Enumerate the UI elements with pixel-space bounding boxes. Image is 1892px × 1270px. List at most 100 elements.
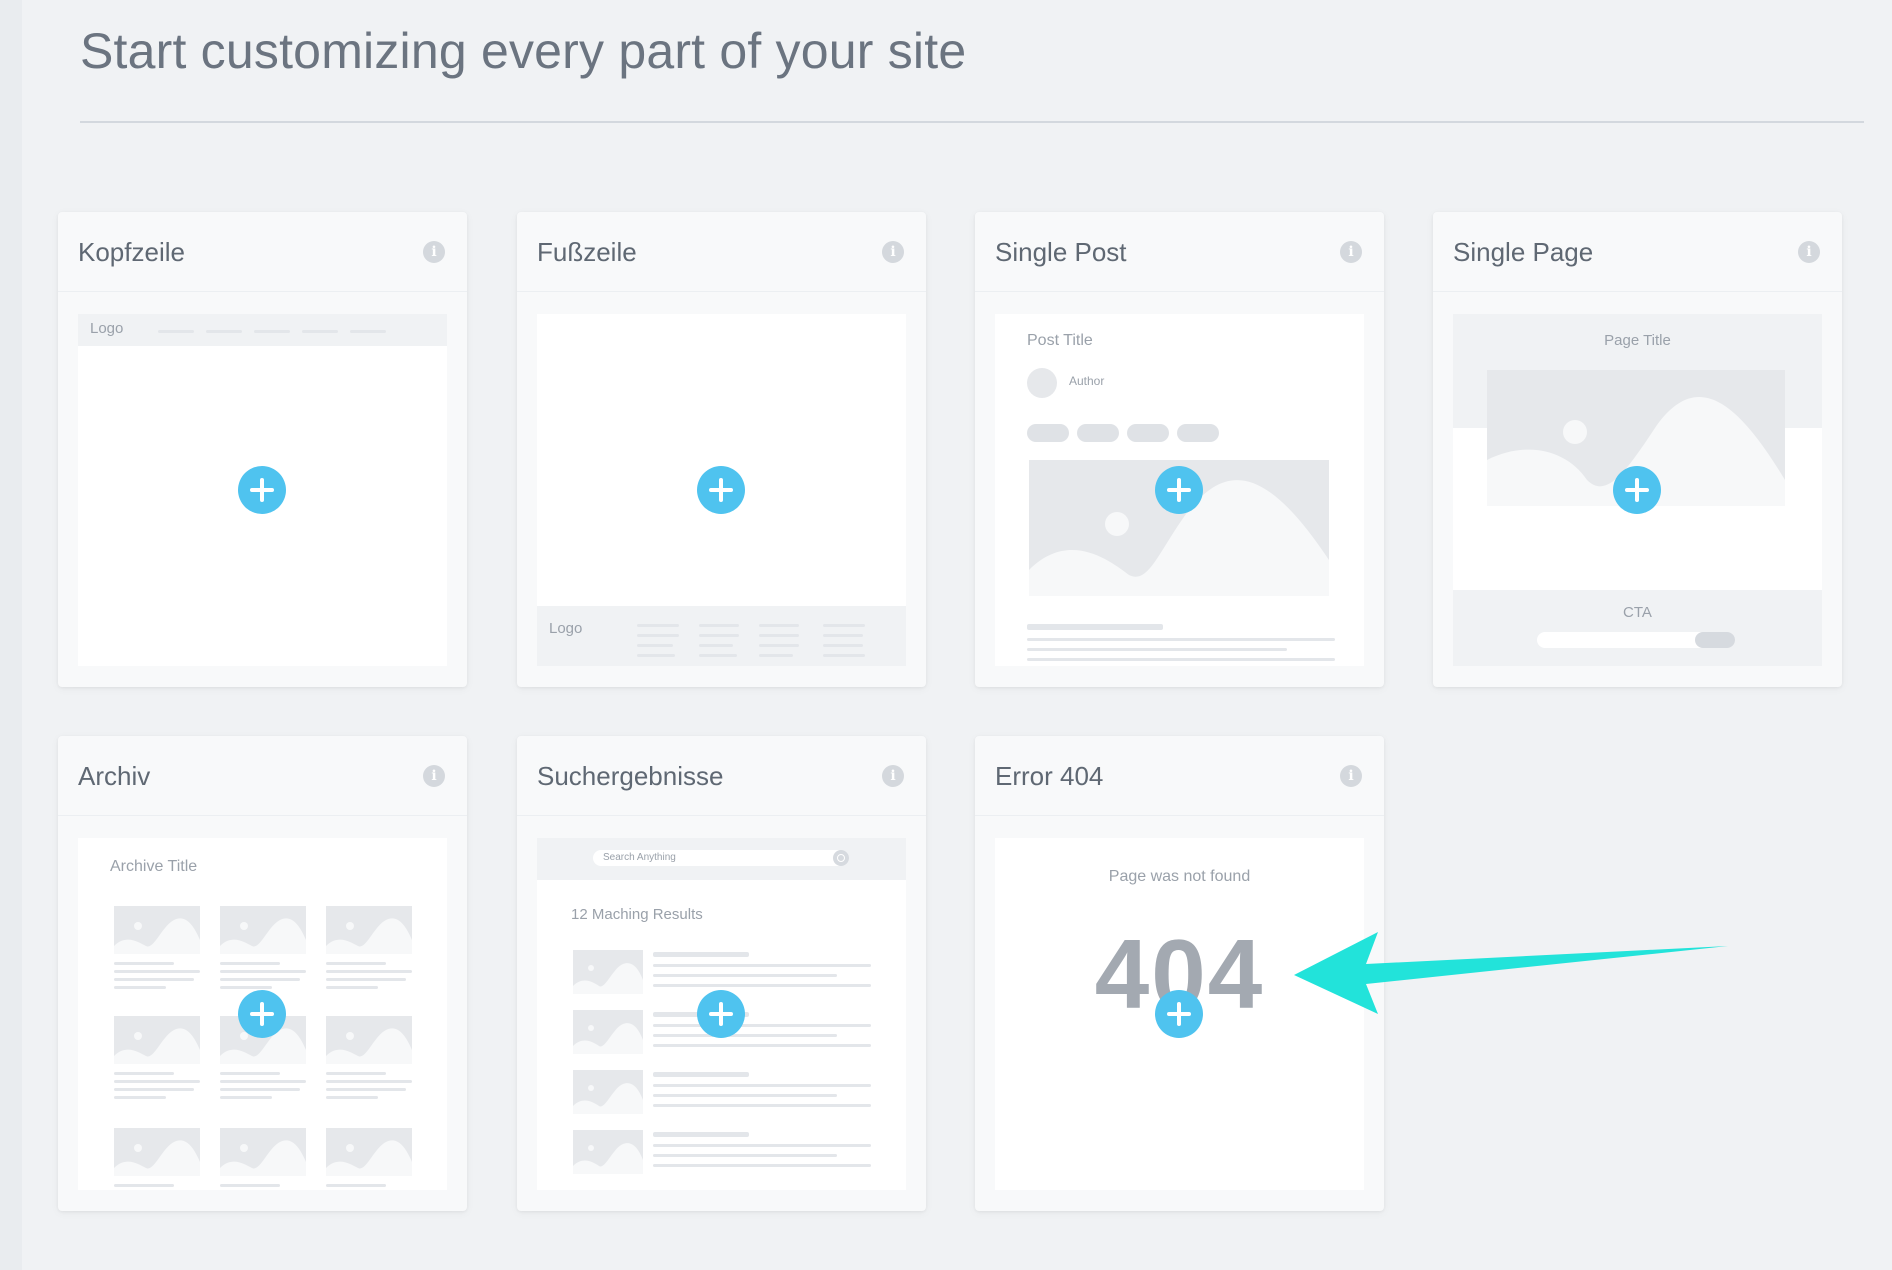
thumbnail-caption-line	[220, 1184, 280, 1187]
info-icon[interactable]: i	[882, 765, 904, 787]
thumbnail-caption-line	[220, 986, 272, 989]
add-template-button[interactable]	[238, 466, 286, 514]
thumbnail-caption-line	[114, 962, 174, 965]
thumbnail-caption-line	[326, 1088, 406, 1091]
thumbnail-caption-line	[220, 1088, 300, 1091]
footer-line	[699, 644, 733, 647]
card-header: Error 404 i	[975, 736, 1384, 816]
thumbnail-placeholder	[220, 906, 306, 954]
footer-line	[699, 634, 739, 637]
thumbnail-caption-line	[114, 1096, 166, 1099]
card-title: Kopfzeile	[78, 237, 185, 267]
card-fusszeile[interactable]: Fußzeile i Logo	[517, 212, 926, 687]
footer-line	[823, 644, 863, 647]
card-header: Single Page i	[1433, 212, 1842, 292]
result-line	[653, 974, 837, 977]
thumbnail-caption-line	[114, 1080, 200, 1083]
card-header: Single Post i	[975, 212, 1384, 292]
info-icon[interactable]: i	[423, 765, 445, 787]
add-template-button[interactable]	[1155, 990, 1203, 1038]
result-line	[653, 1034, 837, 1037]
result-title-line	[653, 1072, 749, 1077]
thumbnail-placeholder	[326, 1016, 412, 1064]
thumbnail-caption-line	[114, 970, 200, 973]
cta-label: CTA	[1623, 604, 1652, 621]
result-thumbnail	[573, 1010, 643, 1054]
logo-label: Logo	[90, 320, 124, 337]
thumbnail-caption-line	[220, 1072, 280, 1075]
result-line	[653, 964, 871, 967]
add-template-button[interactable]	[697, 990, 745, 1038]
thumbnail-placeholder	[114, 1016, 200, 1064]
add-template-button[interactable]	[1155, 466, 1203, 514]
content-line	[1027, 658, 1335, 661]
thumbnail-caption-line	[114, 1072, 174, 1075]
card-title: Error 404	[995, 761, 1104, 791]
result-line	[653, 1164, 871, 1167]
thumbnail-caption-line	[220, 970, 306, 973]
archive-title-label: Archive Title	[110, 858, 198, 875]
result-line	[653, 1044, 871, 1047]
footer-line	[637, 624, 679, 627]
add-template-button[interactable]	[697, 466, 745, 514]
info-icon[interactable]: i	[1340, 765, 1362, 787]
add-template-button[interactable]	[1613, 466, 1661, 514]
card-header: Archiv i	[58, 736, 467, 816]
page: Start customizing every part of your sit…	[22, 0, 1892, 1270]
result-line	[653, 1024, 871, 1027]
card-single-page[interactable]: Single Page i Page Title CTA	[1433, 212, 1842, 687]
footer-line	[637, 644, 673, 647]
thumbnail-caption-line	[326, 1184, 386, 1187]
result-line	[653, 1144, 871, 1147]
content-line	[1027, 648, 1287, 651]
thumbnail-caption-line	[114, 1088, 194, 1091]
thumbnail-caption-line	[326, 1080, 412, 1083]
card-single-post[interactable]: Single Post i Post Title Author	[975, 212, 1384, 687]
cta-button-placeholder	[1695, 632, 1735, 648]
thumbnail-caption-line	[326, 962, 386, 965]
footer-line	[637, 634, 679, 637]
nav-line	[350, 330, 386, 333]
thumbnail-caption-line	[326, 1096, 378, 1099]
result-line	[653, 1084, 871, 1087]
add-template-button[interactable]	[238, 990, 286, 1038]
result-line	[653, 1104, 871, 1107]
footer-line	[699, 654, 737, 657]
thumbnail-placeholder	[220, 1128, 306, 1176]
card-header: Suchergebnisse i	[517, 736, 926, 816]
info-icon[interactable]: i	[423, 241, 445, 263]
footer-line	[759, 624, 799, 627]
card-title: Single Post	[995, 237, 1127, 267]
footer-line	[637, 654, 675, 657]
thumbnail-caption-line	[326, 1072, 386, 1075]
arrow-icon	[1294, 932, 1728, 1014]
tag-pill	[1127, 424, 1169, 442]
card-archiv[interactable]: Archiv i Archive Title	[58, 736, 467, 1211]
info-icon[interactable]: i	[1340, 241, 1362, 263]
card-title: Suchergebnisse	[537, 761, 724, 791]
footer-line	[823, 634, 863, 637]
thumbnail-caption-line	[220, 1080, 306, 1083]
footer-line	[823, 624, 865, 627]
result-thumbnail	[573, 1070, 643, 1114]
footer-line	[699, 624, 739, 627]
result-line	[653, 984, 871, 987]
info-icon[interactable]: i	[882, 241, 904, 263]
thumbnail-caption-line	[114, 1184, 174, 1187]
info-icon[interactable]: i	[1798, 241, 1820, 263]
card-kopfzeile[interactable]: Kopfzeile i Logo	[58, 212, 467, 687]
page-title: Start customizing every part of your sit…	[80, 23, 967, 79]
thumbnail-caption-line	[114, 978, 194, 981]
page-title-label: Page Title	[1604, 332, 1671, 349]
nav-line	[206, 330, 242, 333]
card-suchergebnisse[interactable]: Suchergebnisse i Search Anything 12 Mach…	[517, 736, 926, 1211]
cta-section	[1453, 590, 1822, 666]
content-line	[1027, 638, 1335, 641]
card-header: Kopfzeile i	[58, 212, 467, 292]
result-thumbnail	[573, 950, 643, 994]
tag-pill	[1077, 424, 1119, 442]
thumbnail-caption-line	[114, 986, 166, 989]
thumbnail-caption-line	[220, 962, 280, 965]
tag-pill	[1027, 424, 1069, 442]
not-found-message: Page was not found	[1108, 868, 1251, 885]
